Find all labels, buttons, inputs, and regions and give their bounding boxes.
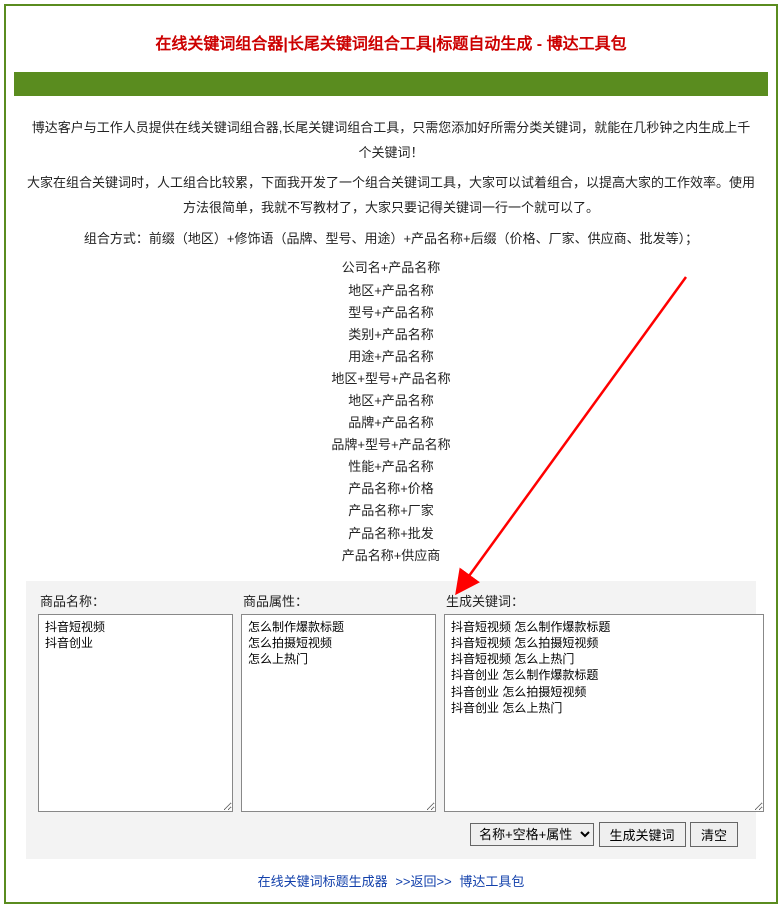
combo-line: 品牌+型号+产品名称	[26, 434, 756, 456]
combo-line: 用途+产品名称	[26, 346, 756, 368]
combo-line: 产品名称+供应商	[26, 545, 756, 567]
combo-line: 地区+产品名称	[26, 390, 756, 412]
column-result: 生成关键词：	[444, 591, 764, 812]
name-label: 商品名称：	[38, 591, 233, 610]
clear-button[interactable]: 清空	[690, 822, 738, 847]
footer-link-generator[interactable]: 在线关键词标题生成器	[258, 874, 388, 889]
result-label: 生成关键词：	[444, 591, 764, 610]
combo-line: 类别+产品名称	[26, 324, 756, 346]
combo-line: 产品名称+厂家	[26, 500, 756, 522]
result-textarea[interactable]	[444, 614, 764, 812]
mode-select[interactable]: 名称+空格+属性	[470, 823, 594, 846]
name-textarea[interactable]	[38, 614, 233, 812]
combo-intro: 组合方式：前缀（地区）+修饰语（品牌、型号、用途）+产品名称+后缀（价格、厂家、…	[26, 227, 756, 252]
app-container: 在线关键词组合器|长尾关键词组合工具|标题自动生成 - 博达工具包 博达客户与工…	[4, 4, 778, 904]
controls-row: 名称+空格+属性 生成关键词 清空	[38, 822, 744, 847]
desc-paragraph-1: 博达客户与工作人员提供在线关键词组合器,长尾关键词组合工具，只需您添加好所需分类…	[26, 116, 756, 165]
combo-line: 产品名称+批发	[26, 523, 756, 545]
combo-line: 产品名称+价格	[26, 478, 756, 500]
header-divider	[14, 72, 768, 96]
generate-button[interactable]: 生成关键词	[599, 822, 686, 847]
combo-line: 品牌+产品名称	[26, 412, 756, 434]
column-name: 商品名称：	[38, 591, 233, 812]
attr-label: 商品属性：	[241, 591, 436, 610]
column-attr: 商品属性：	[241, 591, 436, 812]
footer: 在线关键词标题生成器 >>返回>> 博达工具包	[6, 871, 776, 890]
description: 博达客户与工作人员提供在线关键词组合器,长尾关键词组合工具，只需您添加好所需分类…	[6, 116, 776, 567]
combo-line: 公司名+产品名称	[26, 257, 756, 279]
desc-paragraph-2: 大家在组合关键词时，人工组合比较累，下面我开发了一个组合关键词工具，大家可以试着…	[26, 171, 756, 220]
form-panel: 商品名称： 商品属性： 生成关键词： 名称+空格+属性 生成关键词 清空	[26, 581, 756, 859]
columns: 商品名称： 商品属性： 生成关键词：	[38, 591, 744, 812]
footer-link-toolkit[interactable]: 博达工具包	[459, 874, 524, 889]
page-title: 在线关键词组合器|长尾关键词组合工具|标题自动生成 - 博达工具包	[6, 6, 776, 72]
combo-line: 型号+产品名称	[26, 302, 756, 324]
combo-line: 地区+产品名称	[26, 280, 756, 302]
combo-line: 性能+产品名称	[26, 456, 756, 478]
attr-textarea[interactable]	[241, 614, 436, 812]
combo-line: 地区+型号+产品名称	[26, 368, 756, 390]
combo-list: 公司名+产品名称地区+产品名称型号+产品名称类别+产品名称用途+产品名称地区+型…	[26, 257, 756, 566]
footer-separator: >>返回>>	[395, 874, 451, 889]
